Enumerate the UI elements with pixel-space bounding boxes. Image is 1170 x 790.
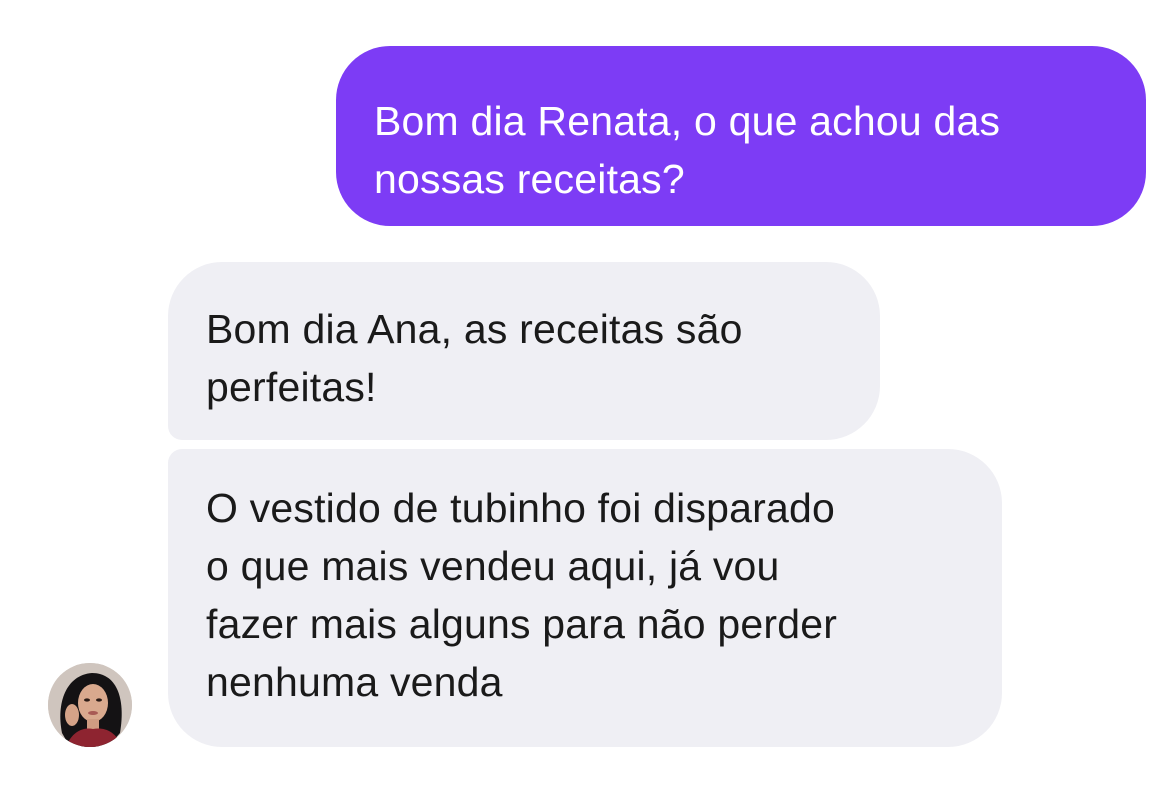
contact-avatar[interactable] bbox=[48, 663, 132, 747]
chat-thread: Bom dia Renata, o que achou das nossas r… bbox=[0, 0, 1170, 790]
avatar-photo bbox=[48, 663, 132, 747]
received-message-bubble[interactable]: O vestido de tubinho foi disparado o que… bbox=[168, 449, 1002, 747]
received-message-bubble[interactable]: Bom dia Ana, as receitas são perfeitas! bbox=[168, 262, 880, 440]
sent-message-bubble[interactable]: Bom dia Renata, o que achou das nossas r… bbox=[336, 46, 1146, 226]
